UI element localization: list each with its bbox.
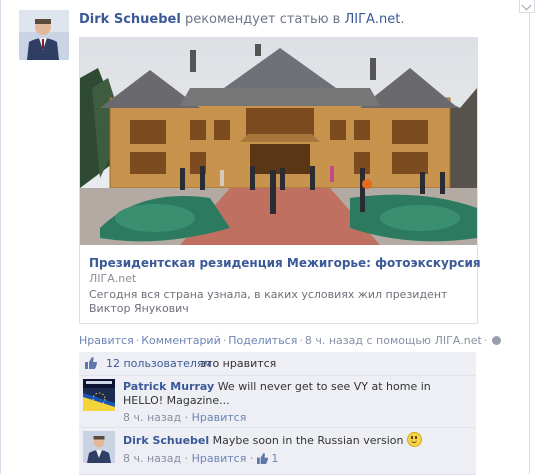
separator-dot: · xyxy=(184,411,189,424)
comment-like-link[interactable]: Нравится xyxy=(192,411,247,424)
comment-like-count[interactable]: 1 xyxy=(271,452,278,465)
comment-link[interactable]: Комментарий xyxy=(141,334,221,347)
post-timestamp[interactable]: 8 ч. назад с помощью ЛІГА.net xyxy=(305,334,482,347)
comment-item: Patrick Murray We will never get to see … xyxy=(79,376,476,428)
story-header: Dirk Schuebel рекомендует статью в ЛІГА.… xyxy=(79,12,405,27)
comment-timestamp[interactable]: 8 ч. назад xyxy=(123,411,181,424)
smile-emoticon-icon xyxy=(407,432,423,447)
commenter-name-link[interactable]: Dirk Schuebel xyxy=(123,434,209,447)
actor-name-link[interactable]: Dirk Schuebel xyxy=(79,12,181,27)
story-end: . xyxy=(400,12,405,27)
like-link[interactable]: Нравится xyxy=(79,334,134,347)
article-source: ЛІГА.net xyxy=(89,272,137,285)
comment-item: Dirk Schuebel Maybe soon in the Russian … xyxy=(79,428,476,475)
share-link[interactable]: Поделиться xyxy=(228,334,297,347)
separator-dot: · xyxy=(299,334,303,347)
article-photo[interactable] xyxy=(80,38,477,245)
commenter-name-link[interactable]: Patrick Murray xyxy=(123,380,214,393)
commenter-avatar[interactable] xyxy=(83,431,115,463)
comment-timestamp[interactable]: 8 ч. назад xyxy=(123,452,181,465)
commenter-avatar[interactable] xyxy=(83,379,115,411)
likes-summary: 12 пользователям это нравится xyxy=(79,352,476,376)
comment-text-block: Dirk Schuebel Maybe soon in the Russian … xyxy=(123,432,459,448)
separator-dot: · xyxy=(135,334,140,347)
comment-like-link[interactable]: Нравится xyxy=(192,452,247,465)
thumbs-up-icon[interactable] xyxy=(256,453,268,464)
separator-dot: · xyxy=(249,452,254,465)
site-link[interactable]: ЛІГА.net xyxy=(344,12,400,27)
separator-dot: · xyxy=(483,334,488,347)
likes-text: это нравится xyxy=(200,357,277,370)
story-verb: рекомендует статью в xyxy=(180,12,345,27)
separator-dot: · xyxy=(222,334,227,347)
thumbs-up-icon xyxy=(85,357,97,369)
comment-meta: 8 ч. назад · Нравится · 1 xyxy=(123,452,278,465)
avatar[interactable] xyxy=(19,10,69,60)
likes-count-link[interactable]: 12 пользователям xyxy=(106,357,212,370)
shared-article-card[interactable]: Президентская резиденция Межигорье: фото… xyxy=(79,37,481,324)
globe-icon[interactable] xyxy=(492,336,502,345)
article-title-link[interactable]: Президентская резиденция Межигорье: фото… xyxy=(89,256,481,270)
comment-text-block: Patrick Murray We will never get to see … xyxy=(123,380,459,408)
scrollbar-track[interactable] xyxy=(529,0,536,474)
article-description: Сегодня вся страна узнала, в каких услов… xyxy=(89,288,448,315)
separator-dot: · xyxy=(184,452,189,465)
frame-left-border xyxy=(0,0,1,474)
post-action-bar: Нравится · Комментарий · Поделиться · 8 ч. наз… xyxy=(79,334,502,347)
chevron-down-icon[interactable] xyxy=(519,0,535,13)
comment-meta: 8 ч. назад · Нравится xyxy=(123,411,246,424)
comment-body: Maybe soon in the Russian version xyxy=(212,434,404,447)
